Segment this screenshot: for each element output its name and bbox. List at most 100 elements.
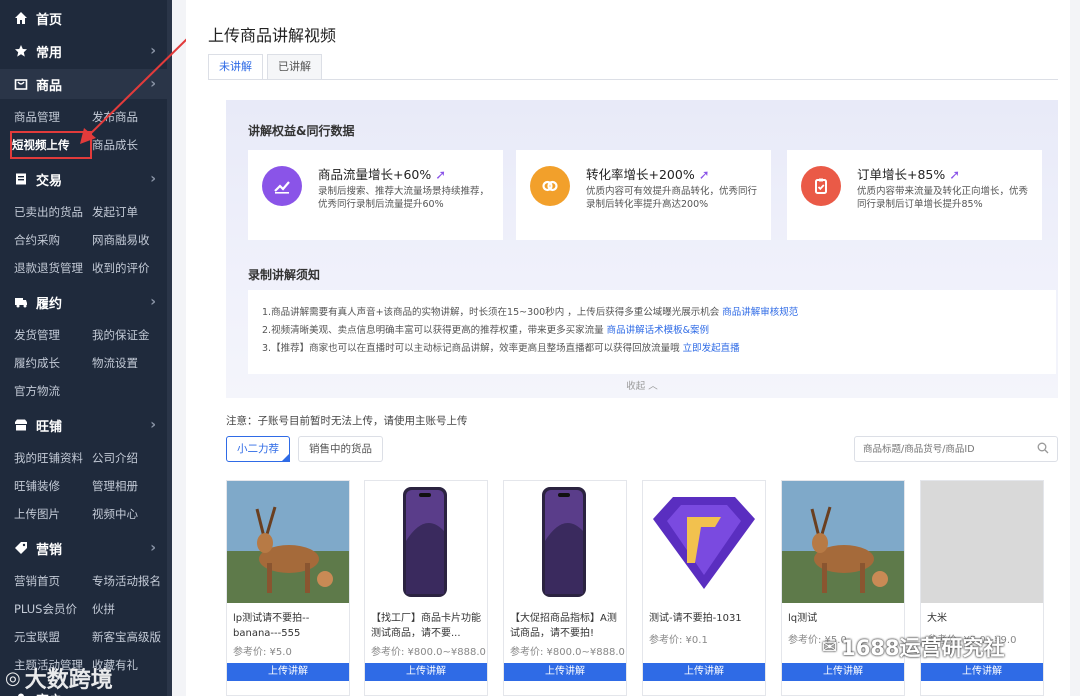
sidebar-section-home[interactable]: 首页	[0, 3, 172, 33]
product-card[interactable]: 大米 参考价: ¥5.0~¥9.0 上传讲解	[920, 480, 1044, 696]
sidebar-section-label: 营销	[36, 542, 63, 558]
truck-icon	[14, 295, 28, 309]
sidebar-section-marketing[interactable]: 营销 ›	[0, 533, 172, 563]
sidebar-item-shop-decor[interactable]: 旺铺装修	[14, 472, 92, 500]
sidebar-section-label: 常用	[36, 45, 63, 61]
upload-explain-button[interactable]: 上传讲解	[227, 663, 349, 681]
search-icon[interactable]	[1037, 442, 1049, 457]
rule-line: 2.视频清晰美观、卖点信息明确丰富可以获得更高的推荐权重，带来更多买家流量 商品…	[262, 325, 710, 336]
sidebar-item-create-order[interactable]: 发起订单	[92, 198, 172, 226]
sidebar-section-shop[interactable]: 旺铺 ›	[0, 410, 172, 440]
sidebar-item-video-center[interactable]: 视频中心	[92, 500, 172, 528]
product-card[interactable]: lp测试请不要拍--banana---555 参考价: ¥5.0 上传讲解	[226, 480, 350, 696]
product-image-phone	[504, 481, 626, 603]
benefit-desc: 优质内容可有效提升商品转化，优秀同行录制后转化率提升高达200%	[586, 186, 758, 210]
sidebar-item-company-intro[interactable]: 公司介绍	[92, 444, 172, 472]
main-content: 上传商品讲解视频 未讲解 已讲解 讲解权益&同行数据 商品流量增长+60% ➚ 录…	[186, 0, 1070, 696]
upload-explain-button[interactable]: 上传讲解	[504, 663, 626, 681]
sidebar-item-refund[interactable]: 退款退货管理	[14, 254, 92, 282]
product-image-deer	[782, 481, 904, 603]
product-card[interactable]: lq测试 参考价: ¥5.0 上传讲解	[781, 480, 905, 696]
exchange-icon	[530, 166, 570, 206]
sidebar-section-label: 商品	[36, 78, 63, 94]
star-icon	[14, 44, 28, 58]
sidebar-item-shipping[interactable]: 发货管理	[14, 321, 92, 349]
sidebar-item-marketing-home[interactable]: 营销首页	[14, 567, 92, 595]
sidebar-item-upload-image[interactable]: 上传图片	[14, 500, 92, 528]
upload-explain-button[interactable]: 上传讲解	[643, 663, 765, 681]
upload-explain-button[interactable]: 上传讲解	[365, 663, 487, 681]
watermark-logo: ◎ 大数跨境	[5, 667, 113, 694]
sidebar-item-xinkebao[interactable]: 新客宝高级版	[92, 623, 172, 651]
rules-box: 1.商品讲解需要有真人声音+该商品的实物讲解，时长须在15~300秒内 ，上传后…	[248, 290, 1056, 374]
sidebar-item-yuanbao[interactable]: 元宝联盟	[14, 623, 92, 651]
wechat-icon: ✉	[822, 636, 838, 658]
tab-not-explained[interactable]: 未讲解	[208, 54, 263, 80]
sidebar-item-contract[interactable]: 合约采购	[14, 226, 92, 254]
sidebar-section-label: 旺铺	[36, 419, 63, 435]
product-search	[854, 436, 1058, 462]
product-price: 参考价: ¥800.0~¥888.0	[371, 647, 486, 658]
sidebar-item-logistics-settings[interactable]: 物流设置	[92, 349, 172, 377]
upload-explain-button[interactable]: 上传讲解	[782, 663, 904, 681]
sidebar-item-reviews[interactable]: 收到的评价	[92, 254, 172, 282]
rule-line: 1.商品讲解需要有真人声音+该商品的实物讲解，时长须在15~300秒内 ，上传后…	[262, 307, 799, 318]
filter-recommended[interactable]: 小二力荐	[226, 436, 290, 462]
product-price: 参考价: ¥0.1	[649, 635, 708, 646]
product-card[interactable]: 【找工厂】商品卡片功能测试商品，请不要... 参考价: ¥800.0~¥888.…	[364, 480, 488, 696]
book-icon	[14, 172, 28, 186]
product-image-badge	[643, 481, 765, 603]
product-card[interactable]: 【大促招商品指标】A测试商品，请不要拍! 参考价: ¥800.0~¥888.0 …	[503, 480, 627, 696]
watermark-icon: ◎	[5, 667, 21, 689]
rule-link-review-spec[interactable]: 商品讲解审核规范	[722, 307, 798, 318]
benefit-card-orders: 订单增长+85% ➚ 优质内容带来流量及转化正向增长，优秀同行录制后订单增长提升8…	[787, 150, 1042, 240]
search-input[interactable]	[855, 437, 1025, 462]
sidebar-item-album[interactable]: 管理相册	[92, 472, 172, 500]
page-title: 上传商品讲解视频	[208, 26, 337, 45]
rule-link-start-live[interactable]: 立即发起直播	[683, 343, 740, 354]
tab-explained[interactable]: 已讲解	[267, 54, 322, 80]
benefit-title: 订单增长+85% ➚	[857, 167, 961, 183]
sidebar-item-deposit[interactable]: 我的保证金	[92, 321, 172, 349]
rule-link-script-template[interactable]: 商品讲解话术模板&案例	[607, 325, 709, 336]
chevron-right-icon: ›	[150, 294, 156, 310]
benefit-desc: 录制后搜索、推荐大流量场景持续推荐，优秀同行录制后流量提升60%	[318, 186, 490, 210]
rules-title: 录制讲解须知	[248, 268, 321, 282]
sidebar-section-label: 履约	[36, 296, 63, 312]
sidebar-section-fulfillment[interactable]: 履约 ›	[0, 287, 172, 317]
benefit-card-traffic: 商品流量增长+60% ➚ 录制后搜索、推荐大流量场景持续推荐，优秀同行录制后流量提…	[248, 150, 503, 240]
product-image-placeholder	[921, 481, 1043, 603]
sidebar-item-fulfill-growth[interactable]: 履约成长	[14, 349, 92, 377]
benefit-title: 商品流量增长+60% ➚	[318, 167, 447, 183]
chevron-right-icon: ›	[150, 417, 156, 433]
filter-on-sale[interactable]: 销售中的货品	[298, 436, 383, 462]
bag-icon	[14, 77, 28, 91]
filter-bar: 小二力荐 销售中的货品	[226, 436, 391, 462]
sidebar-item-finance[interactable]: 网商融易收	[92, 226, 172, 254]
sidebar-item-plus-price[interactable]: PLUS会员价	[14, 595, 92, 623]
product-name: 【大促招商品指标】A测试商品，请不要拍!	[510, 613, 617, 639]
sidebar-item-official-logistics[interactable]: 官方物流	[14, 377, 92, 405]
sidebar-section-label: 交易	[36, 173, 63, 189]
annotation-arrow	[80, 35, 191, 144]
product-card[interactable]: 测试-请不要拍-1031 参考价: ¥0.1 上传讲解	[642, 480, 766, 696]
home-icon	[14, 11, 28, 25]
sidebar-item-event-signup[interactable]: 专场活动报名	[92, 567, 172, 595]
sidebar-item-shop-profile[interactable]: 我的旺铺资料	[14, 444, 92, 472]
chevron-right-icon: ›	[150, 540, 156, 556]
trend-up-icon: ➚	[435, 168, 447, 183]
product-image-deer	[227, 481, 349, 603]
shop-icon	[14, 418, 28, 432]
upload-explain-button[interactable]: 上传讲解	[921, 663, 1043, 681]
sidebar-item-sold[interactable]: 已卖出的货品	[14, 198, 92, 226]
sidebar-section-trade[interactable]: 交易 ›	[0, 164, 172, 194]
rule-line: 3.【推荐】商家也可以在直播时可以主动标记商品讲解，效率更高且整场直播都可以获得…	[262, 343, 740, 354]
chevron-right-icon: ›	[150, 171, 156, 187]
product-price: 参考价: ¥5.0	[233, 647, 292, 658]
product-name: lp测试请不要拍--banana---555	[233, 613, 310, 639]
collapse-toggle[interactable]: 收起 ︿	[226, 378, 1058, 392]
tag-icon	[14, 541, 28, 555]
benefits-title: 讲解权益&同行数据	[248, 124, 355, 138]
sidebar-section-label: 首页	[36, 12, 63, 28]
sidebar-item-group-buy[interactable]: 伙拼	[92, 595, 172, 623]
